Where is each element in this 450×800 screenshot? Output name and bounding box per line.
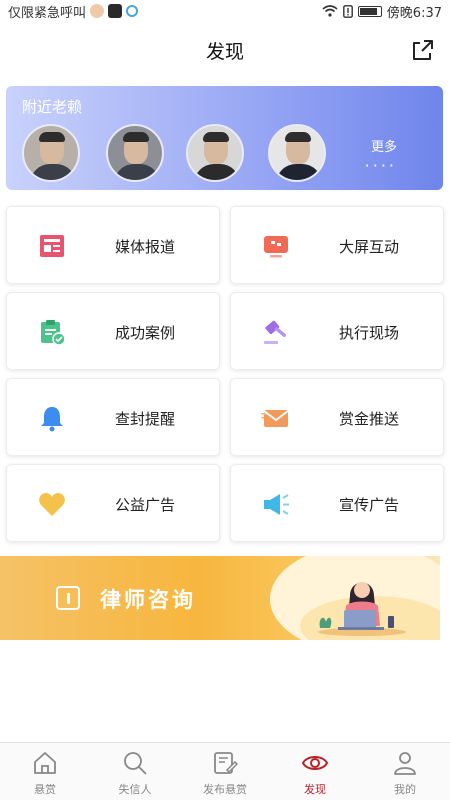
carrier-text: 仅限紧急呼叫 bbox=[8, 5, 87, 21]
sim-alert-icon bbox=[342, 4, 353, 18]
lawyer-banner-title: 律师咨询 bbox=[100, 588, 196, 612]
eye-icon bbox=[301, 756, 329, 770]
grid-item-public-ad[interactable]: 公益广告 bbox=[6, 464, 220, 542]
envelope-icon bbox=[261, 410, 289, 427]
newspaper-icon bbox=[40, 235, 64, 257]
grid-item-enforcement-scene[interactable]: 执行现场 bbox=[230, 292, 444, 370]
grid-item-media-report[interactable]: 媒体报道 bbox=[6, 206, 220, 284]
grid-item-label: 查封提醒 bbox=[115, 410, 176, 428]
nav-item-post-bounty[interactable]: 发布悬赏 bbox=[180, 743, 270, 800]
nav-label: 悬赏 bbox=[34, 783, 56, 796]
wifi-icon bbox=[322, 5, 338, 17]
nav-item-bounty[interactable]: 悬赏 bbox=[0, 743, 90, 800]
notification-app-icon bbox=[108, 4, 123, 18]
lawyer-badge-icon bbox=[56, 586, 80, 610]
more-dots: ···· bbox=[364, 156, 397, 175]
status-left: 仅限紧急呼叫 bbox=[8, 2, 139, 21]
status-bar: 仅限紧急呼叫 傍晚6:37 bbox=[0, 0, 450, 22]
battery-icon bbox=[357, 5, 382, 17]
grid-item-label: 执行现场 bbox=[339, 324, 400, 342]
nav-label: 我的 bbox=[394, 783, 416, 796]
nearby-banner[interactable]: 附近老赖 更多 ···· bbox=[6, 86, 443, 190]
clipboard-check-icon bbox=[41, 320, 66, 346]
nav-item-discover[interactable]: 发现 bbox=[270, 743, 360, 800]
grid-item-label: 媒体报道 bbox=[115, 238, 176, 256]
nav-item-mine[interactable]: 我的 bbox=[360, 743, 450, 800]
grid-item-label: 赏金推送 bbox=[339, 410, 400, 428]
nav-label: 发布悬赏 bbox=[203, 783, 247, 796]
grid-item-label: 成功案例 bbox=[115, 324, 176, 342]
notification-app-icon bbox=[90, 4, 105, 18]
grid-item-label: 宣传广告 bbox=[339, 496, 400, 514]
heart-icon bbox=[39, 493, 65, 516]
header: 发现 bbox=[0, 28, 450, 72]
grid-item-label: 大屏互动 bbox=[339, 238, 400, 256]
grid-item-success-cases[interactable]: 成功案例 bbox=[6, 292, 220, 370]
edit-icon bbox=[214, 752, 239, 774]
monitor-icon bbox=[264, 236, 288, 258]
avatar[interactable] bbox=[22, 124, 80, 182]
lawyer-consult-banner[interactable]: 律师咨询 bbox=[0, 556, 440, 640]
nearby-title: 附近老赖 bbox=[22, 98, 83, 116]
nav-label: 失信人 bbox=[118, 783, 152, 796]
search-icon bbox=[124, 752, 147, 775]
clock: 傍晚6:37 bbox=[386, 5, 442, 21]
gavel-icon bbox=[264, 320, 287, 344]
grid-item-big-screen[interactable]: 大屏互动 bbox=[230, 206, 444, 284]
grid-item-promo-ad[interactable]: 宣传广告 bbox=[230, 464, 444, 542]
share-icon[interactable] bbox=[410, 38, 436, 62]
notification-app-icon bbox=[126, 5, 139, 17]
avatar[interactable] bbox=[186, 124, 244, 182]
lawyer-illustration bbox=[318, 582, 406, 636]
bell-icon bbox=[41, 407, 63, 432]
nav-label: 发现 bbox=[304, 783, 326, 796]
nav-item-dishonest[interactable]: 失信人 bbox=[90, 743, 180, 800]
avatar[interactable] bbox=[106, 124, 164, 182]
avatar[interactable] bbox=[268, 124, 326, 182]
user-icon bbox=[394, 752, 416, 775]
bottom-nav: 悬赏 失信人 发布悬赏 发现 我的 bbox=[0, 742, 450, 800]
grid-item-seizure-reminder[interactable]: 查封提醒 bbox=[6, 378, 220, 456]
home-icon bbox=[34, 752, 56, 774]
page-title: 发现 bbox=[205, 40, 244, 63]
status-right: 傍晚6:37 bbox=[322, 2, 442, 21]
grid-item-label: 公益广告 bbox=[115, 496, 176, 514]
more-button[interactable]: 更多 bbox=[371, 136, 397, 155]
megaphone-icon bbox=[264, 494, 289, 515]
grid-item-bounty-push[interactable]: 赏金推送 bbox=[230, 378, 444, 456]
